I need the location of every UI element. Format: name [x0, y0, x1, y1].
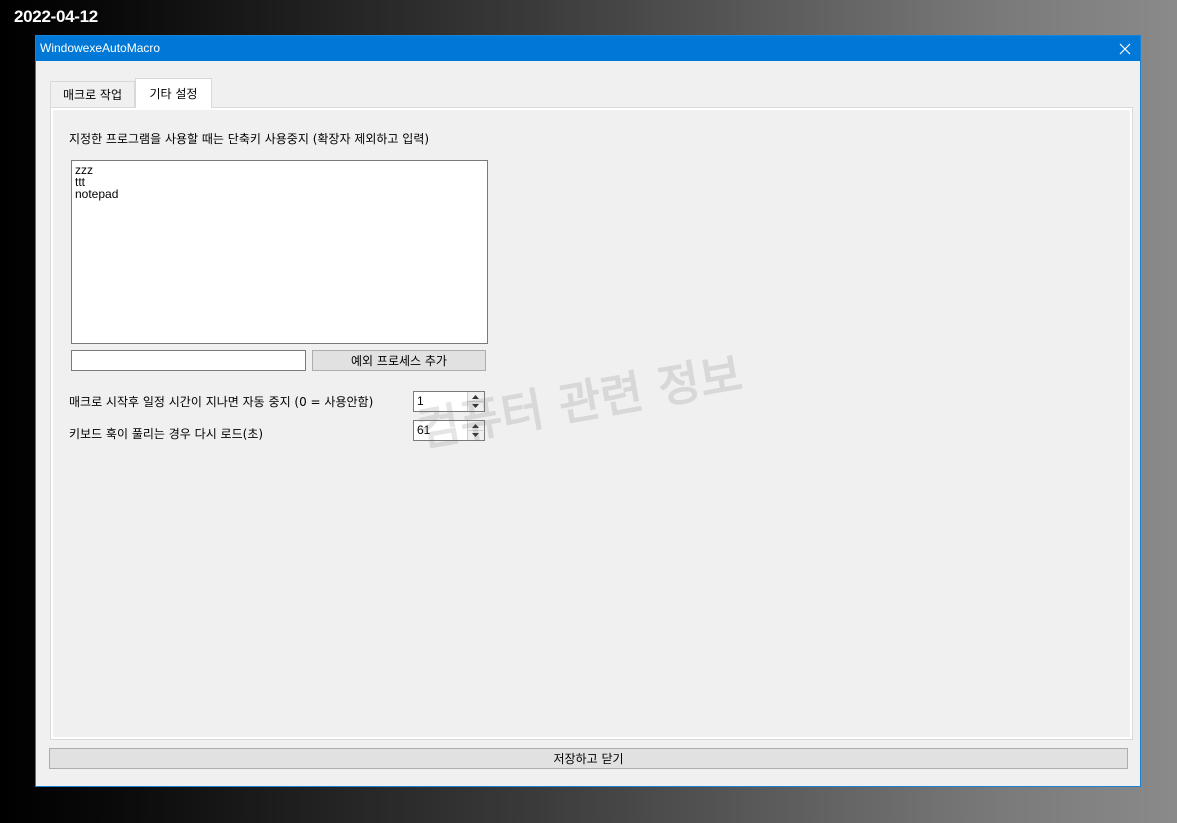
reload-value[interactable]: 61	[417, 423, 430, 437]
chevron-up-icon	[472, 394, 479, 399]
list-item[interactable]: ttt	[75, 176, 484, 188]
exclusion-label: 지정한 프로그램을 사용할 때는 단축키 사용중지 (확장자 제외하고 입력)	[69, 132, 430, 146]
title-bar[interactable]: WindowexeAutoMacro	[36, 36, 1140, 61]
reload-stepper[interactable]: 61	[413, 420, 485, 441]
close-icon	[1119, 43, 1131, 54]
reload-label: 키보드 훅이 풀리는 경우 다시 로드(초)	[69, 427, 264, 441]
chevron-down-icon	[472, 403, 479, 408]
tab-other-settings[interactable]: 기타 설정	[135, 78, 212, 108]
list-item[interactable]: zzz	[75, 164, 484, 176]
chevron-up-icon	[472, 423, 479, 428]
list-item[interactable]: notepad	[75, 188, 484, 200]
tab-macro-work[interactable]: 매크로 작업	[50, 81, 135, 107]
settings-panel: 지정한 프로그램을 사용할 때는 단축키 사용중지 (확장자 제외하고 입력) …	[50, 107, 1133, 740]
date-label: 2022-04-12	[14, 7, 98, 26]
add-exception-process-button[interactable]: 예외 프로세스 추가	[312, 350, 486, 371]
auto-stop-stepper[interactable]: 1	[413, 391, 485, 412]
save-and-close-button[interactable]: 저장하고 닫기	[49, 748, 1128, 769]
auto-stop-label: 매크로 시작후 일정 시간이 지나면 자동 중지 (0 = 사용안함)	[69, 395, 374, 409]
exclusion-listbox[interactable]: zzz ttt notepad	[71, 160, 488, 344]
chevron-down-icon	[472, 432, 479, 437]
window-title: WindowexeAutoMacro	[40, 41, 161, 55]
spin-down-button[interactable]	[468, 401, 483, 410]
process-name-input[interactable]	[71, 350, 306, 371]
app-window: WindowexeAutoMacro 매크로 작업 기타 설정 지정한 프로그램…	[35, 35, 1141, 787]
spin-down-button[interactable]	[468, 430, 483, 439]
close-button[interactable]	[1110, 36, 1140, 61]
auto-stop-value[interactable]: 1	[417, 394, 424, 408]
